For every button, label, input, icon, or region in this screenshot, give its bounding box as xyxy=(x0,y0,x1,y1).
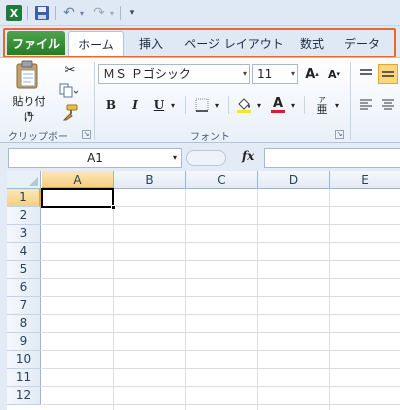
row-header-9[interactable]: 9 xyxy=(7,333,41,351)
quick-access-toolbar: X ↶ ▾ ↷ ▾ ▾ xyxy=(0,0,400,26)
phonetic-guide-label: 亜 xyxy=(316,103,328,116)
row-header-2[interactable]: 2 xyxy=(7,207,41,225)
fill-color-icon[interactable] xyxy=(234,95,254,115)
gridline xyxy=(257,189,258,410)
font-size-combobox[interactable]: 11 ▾ xyxy=(252,64,298,84)
gridline xyxy=(329,189,330,410)
font-color-label: A xyxy=(272,95,284,111)
align-top-icon[interactable] xyxy=(356,64,376,84)
gridline xyxy=(42,314,400,315)
row-header-5[interactable]: 5 xyxy=(7,261,41,279)
format-painter-icon[interactable] xyxy=(60,102,80,122)
gridline xyxy=(42,368,400,369)
column-header-d[interactable]: D xyxy=(258,171,330,189)
customize-toolbar-icon[interactable]: ▾ xyxy=(126,5,138,21)
gridline xyxy=(42,224,400,225)
borders-icon[interactable] xyxy=(192,95,212,115)
align-left-icon[interactable] xyxy=(356,95,376,115)
gridline xyxy=(42,404,400,405)
redo-dropdown-icon[interactable]: ▾ xyxy=(108,5,116,21)
gridline xyxy=(42,296,400,297)
font-size-value: 11 xyxy=(257,67,273,81)
font-name-dropdown-icon[interactable]: ▾ xyxy=(243,65,247,83)
column-header-c[interactable]: C xyxy=(186,171,258,189)
gridline xyxy=(42,386,400,387)
gridline xyxy=(42,260,400,261)
row-header-6[interactable]: 6 xyxy=(7,279,41,297)
phonetic-dropdown-icon[interactable]: ▾ xyxy=(332,95,342,115)
font-color-swatch xyxy=(271,109,285,113)
borders-dropdown-icon[interactable]: ▾ xyxy=(212,95,222,115)
align-middle-icon[interactable] xyxy=(378,64,398,84)
clipboard-dialog-launcher-icon[interactable]: ↘ xyxy=(82,130,91,139)
name-box-dropdown-icon[interactable]: ▾ xyxy=(173,149,177,167)
row-header-11[interactable]: 11 xyxy=(7,369,41,387)
column-header-b[interactable]: B xyxy=(114,171,186,189)
row-header-10[interactable]: 10 xyxy=(7,351,41,369)
fill-color-dropdown-icon[interactable]: ▾ xyxy=(254,95,264,115)
tab-highlight-frame xyxy=(3,28,396,58)
font-group-label: フォント xyxy=(190,132,230,143)
row-header-7[interactable]: 7 xyxy=(7,297,41,315)
font-color-dropdown-icon[interactable]: ▾ xyxy=(288,95,298,115)
gridline xyxy=(42,278,400,279)
group-divider xyxy=(350,62,351,140)
column-header-e[interactable]: E xyxy=(330,171,400,189)
shrink-font-label: A xyxy=(327,67,337,81)
grow-font-button[interactable]: A ▴ xyxy=(302,64,322,84)
shrink-font-button[interactable]: A ▾ xyxy=(324,64,344,84)
copy-icon[interactable] xyxy=(58,81,78,101)
gridline xyxy=(185,189,186,410)
window-left-edge xyxy=(0,171,7,410)
formula-input[interactable] xyxy=(264,148,400,168)
undo-dropdown-icon[interactable]: ▾ xyxy=(78,5,86,21)
font-name-combobox[interactable]: ＭＳ Ｐゴシック ▾ xyxy=(98,64,250,84)
group-divider xyxy=(94,62,95,140)
phonetic-guide-button[interactable]: ア 亜 xyxy=(312,95,332,115)
group-divider xyxy=(185,96,186,114)
gridline xyxy=(42,332,400,333)
font-color-button[interactable]: A xyxy=(268,95,288,115)
group-divider xyxy=(228,96,229,114)
fill-handle[interactable] xyxy=(111,205,116,210)
redo-icon[interactable]: ↷ xyxy=(90,5,108,21)
select-all-button[interactable] xyxy=(7,171,41,189)
toolbar-divider xyxy=(27,6,28,20)
clipboard-group-label: クリップボード xyxy=(8,132,68,158)
underline-dropdown-icon[interactable]: ▾ xyxy=(168,95,178,115)
align-center-icon[interactable] xyxy=(378,95,398,115)
row-header-3[interactable]: 3 xyxy=(7,225,41,243)
formula-splitter-handle[interactable] xyxy=(186,150,226,166)
clipboard-icon xyxy=(15,60,39,90)
save-icon[interactable] xyxy=(34,5,50,21)
row-header-12[interactable]: 12 xyxy=(7,387,41,405)
toolbar-divider xyxy=(120,6,121,20)
formula-buttons: fx xyxy=(186,148,262,168)
cut-icon[interactable]: ✂ xyxy=(60,60,80,80)
grow-font-label: A xyxy=(305,66,316,82)
undo-icon[interactable]: ↶ xyxy=(60,5,78,21)
row-header-4[interactable]: 4 xyxy=(7,243,41,261)
insert-function-button[interactable]: fx xyxy=(242,149,254,163)
name-box-value: A1 xyxy=(87,151,103,165)
bold-button[interactable]: B xyxy=(102,95,120,115)
gridline xyxy=(42,350,400,351)
underline-button[interactable]: U xyxy=(150,95,168,115)
excel-logo-icon[interactable]: X xyxy=(6,5,22,21)
group-divider xyxy=(304,96,305,114)
column-header-a[interactable]: A xyxy=(42,171,114,189)
toolbar-divider xyxy=(55,6,56,20)
name-box[interactable]: A1 ▾ xyxy=(8,148,182,168)
font-name-value: ＭＳ Ｐゴシック xyxy=(103,67,191,81)
paste-dropdown-icon[interactable]: ▾ xyxy=(23,109,35,118)
gridline xyxy=(113,189,114,410)
row-header-8[interactable]: 8 xyxy=(7,315,41,333)
font-dialog-launcher-icon[interactable]: ↘ xyxy=(335,130,344,139)
italic-button[interactable]: I xyxy=(126,95,144,115)
font-size-dropdown-icon[interactable]: ▾ xyxy=(291,65,295,83)
row-header-1[interactable]: 1 xyxy=(7,189,41,207)
gridline xyxy=(42,242,400,243)
active-cell-a1[interactable] xyxy=(41,188,114,208)
